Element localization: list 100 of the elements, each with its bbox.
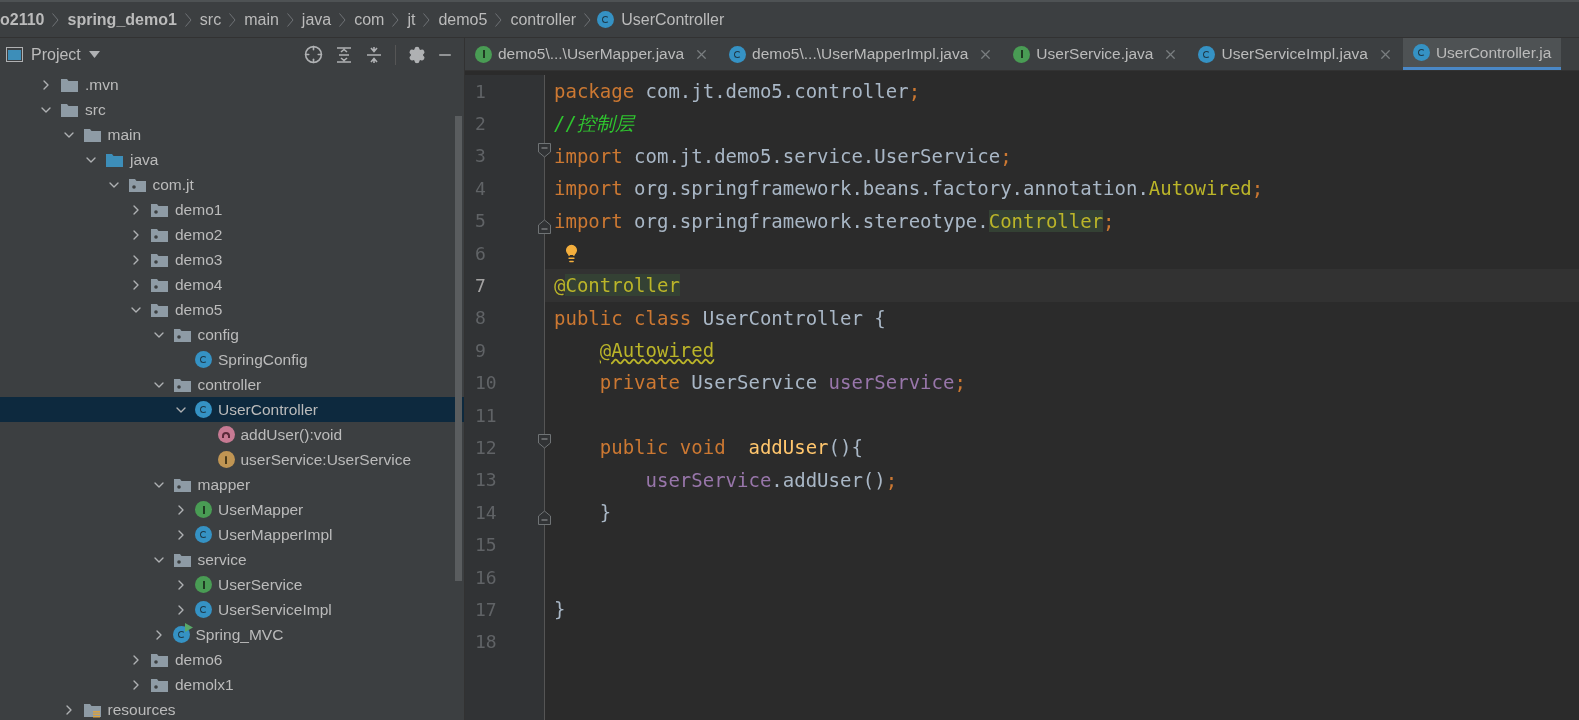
class-badge-icon <box>729 45 747 63</box>
tree-row[interactable]: UserMapper <box>0 497 464 522</box>
tree-item-label: mapper <box>197 474 251 495</box>
breadcrumb-item[interactable]: main <box>242 7 281 32</box>
tree-row[interactable]: main <box>0 122 464 147</box>
breadcrumb-item[interactable]: o2110 <box>0 7 47 32</box>
collapse-all-icon[interactable] <box>365 45 383 64</box>
code-line: //控制层 <box>554 111 634 137</box>
tree-item-label: main <box>107 124 142 145</box>
breadcrumb-item[interactable]: jt <box>405 7 418 32</box>
tree-row[interactable]: resources <box>0 697 464 720</box>
tree-item-label: controller <box>197 374 262 395</box>
breadcrumb-separator-icon <box>184 12 192 27</box>
tab-label: UserService.java <box>1036 44 1154 65</box>
tree-row[interactable]: demo4 <box>0 272 464 297</box>
tree-row[interactable]: userService:UserService <box>0 447 464 472</box>
tree-row[interactable]: SpringConfig <box>0 347 464 372</box>
breadcrumb-item[interactable]: com <box>352 7 387 32</box>
tree-row[interactable]: controller <box>0 372 464 397</box>
folder-icon <box>60 101 79 118</box>
tab-label: UserController.ja <box>1435 42 1552 63</box>
code-line: public class UserController { <box>554 305 886 331</box>
breadcrumb-item[interactable]: spring_demo1 <box>65 7 179 32</box>
code-line: import org.springframework.stereotype.Controller; <box>554 208 1115 234</box>
tree-item-label: config <box>197 324 239 345</box>
tree-row[interactable]: UserController <box>0 397 464 422</box>
breadcrumb-separator-icon <box>423 12 431 27</box>
class-badge-icon <box>597 11 615 28</box>
editor-tab[interactable]: UserServiceImpl.java <box>1188 38 1403 70</box>
breadcrumb-separator-icon <box>52 12 60 27</box>
breadcrumb-item[interactable]: src <box>197 7 224 32</box>
tab-label: demo5\...\UserMapper.java <box>498 44 685 65</box>
code-line: public void addUser(){ <box>598 435 863 461</box>
tree-item-label: java <box>130 149 159 170</box>
code-line: } <box>554 597 566 623</box>
package-folder-icon <box>150 301 169 318</box>
folder-icon <box>60 76 79 93</box>
tree-row[interactable]: demo5 <box>0 297 464 322</box>
tree-row[interactable]: UserMapperImpl <box>0 522 464 547</box>
package-folder-icon <box>172 551 192 568</box>
package-folder-icon <box>150 201 169 218</box>
package-folder-icon <box>150 226 169 243</box>
tree-row[interactable]: config <box>0 322 464 347</box>
line-number: 7 <box>474 274 486 299</box>
tree-row[interactable]: Spring_MVC <box>0 622 464 647</box>
interface-badge-icon <box>1013 45 1031 63</box>
fold-marker-icon[interactable] <box>538 510 551 526</box>
tree-item-label: userService:UserService <box>240 449 412 470</box>
fold-marker-icon[interactable] <box>538 218 551 234</box>
tree-row[interactable]: .mvn <box>0 72 464 97</box>
field-badge-icon <box>217 451 235 468</box>
package-folder-icon <box>150 276 169 293</box>
project-window-icon <box>6 47 23 62</box>
method-badge-icon <box>217 426 235 443</box>
tree-item-label: com.jt <box>152 174 194 195</box>
tree-row[interactable]: demo6 <box>0 647 464 672</box>
tree-row[interactable]: java <box>0 147 464 172</box>
code-line: @Autowired <box>598 338 715 364</box>
settings-icon[interactable] <box>408 45 426 64</box>
class-badge-icon <box>1412 44 1430 61</box>
expand-all-icon[interactable] <box>335 45 353 64</box>
package-folder-icon <box>172 326 192 343</box>
breadcrumb-separator-icon <box>286 12 294 27</box>
code-line: userService.addUser(); <box>644 467 898 493</box>
tree-row[interactable]: demo1 <box>0 197 464 222</box>
project-view-dropdown[interactable]: Project <box>31 42 100 67</box>
tree-row[interactable]: src <box>0 97 464 122</box>
breadcrumb-item[interactable]: controller <box>508 7 579 32</box>
tree-row[interactable]: mapper <box>0 472 464 497</box>
tree-row[interactable]: com.jt <box>0 172 464 197</box>
tree-row[interactable]: UserServiceImpl <box>0 597 464 622</box>
package-folder-icon <box>150 651 169 668</box>
breadcrumb-item[interactable]: demo5 <box>436 7 490 32</box>
editor-tab[interactable]: demo5\...\UserMapperImpl.java <box>719 38 1004 70</box>
scrollbar-thumb[interactable] <box>455 116 462 581</box>
tree-item-label: demo3 <box>175 249 223 270</box>
editor-tab[interactable]: demo5\...\UserMapper.java <box>465 38 720 70</box>
tree-row[interactable]: demolx1 <box>0 672 464 697</box>
folder-icon <box>105 151 124 168</box>
fold-marker-icon[interactable] <box>538 434 551 450</box>
editor-tab[interactable]: UserService.java <box>1003 38 1189 70</box>
code-line: package com.jt.demo5.controller; <box>554 78 921 104</box>
class-badge-icon <box>195 526 212 543</box>
tree-row[interactable]: addUser():void <box>0 422 464 447</box>
locate-icon[interactable] <box>304 45 323 64</box>
tree-row[interactable]: UserService <box>0 572 464 597</box>
editor-tab[interactable]: UserController.ja <box>1402 38 1562 70</box>
tree-item-label: service <box>197 549 247 570</box>
breadcrumb-item[interactable]: java <box>299 7 334 32</box>
tree-row[interactable]: demo2 <box>0 222 464 247</box>
breadcrumb-item[interactable]: UserController <box>619 7 727 32</box>
tree-row[interactable]: service <box>0 547 464 572</box>
interface-badge-icon <box>475 45 492 63</box>
tree-row[interactable]: demo3 <box>0 247 464 272</box>
tree-item-label: UserMapper <box>218 499 304 520</box>
tree-item-label: addUser():void <box>240 424 343 445</box>
fold-marker-icon[interactable] <box>538 142 551 158</box>
tree-item-label: UserMapperImpl <box>218 524 333 545</box>
class-badge-icon <box>195 601 212 618</box>
app-badge-icon <box>172 626 190 643</box>
